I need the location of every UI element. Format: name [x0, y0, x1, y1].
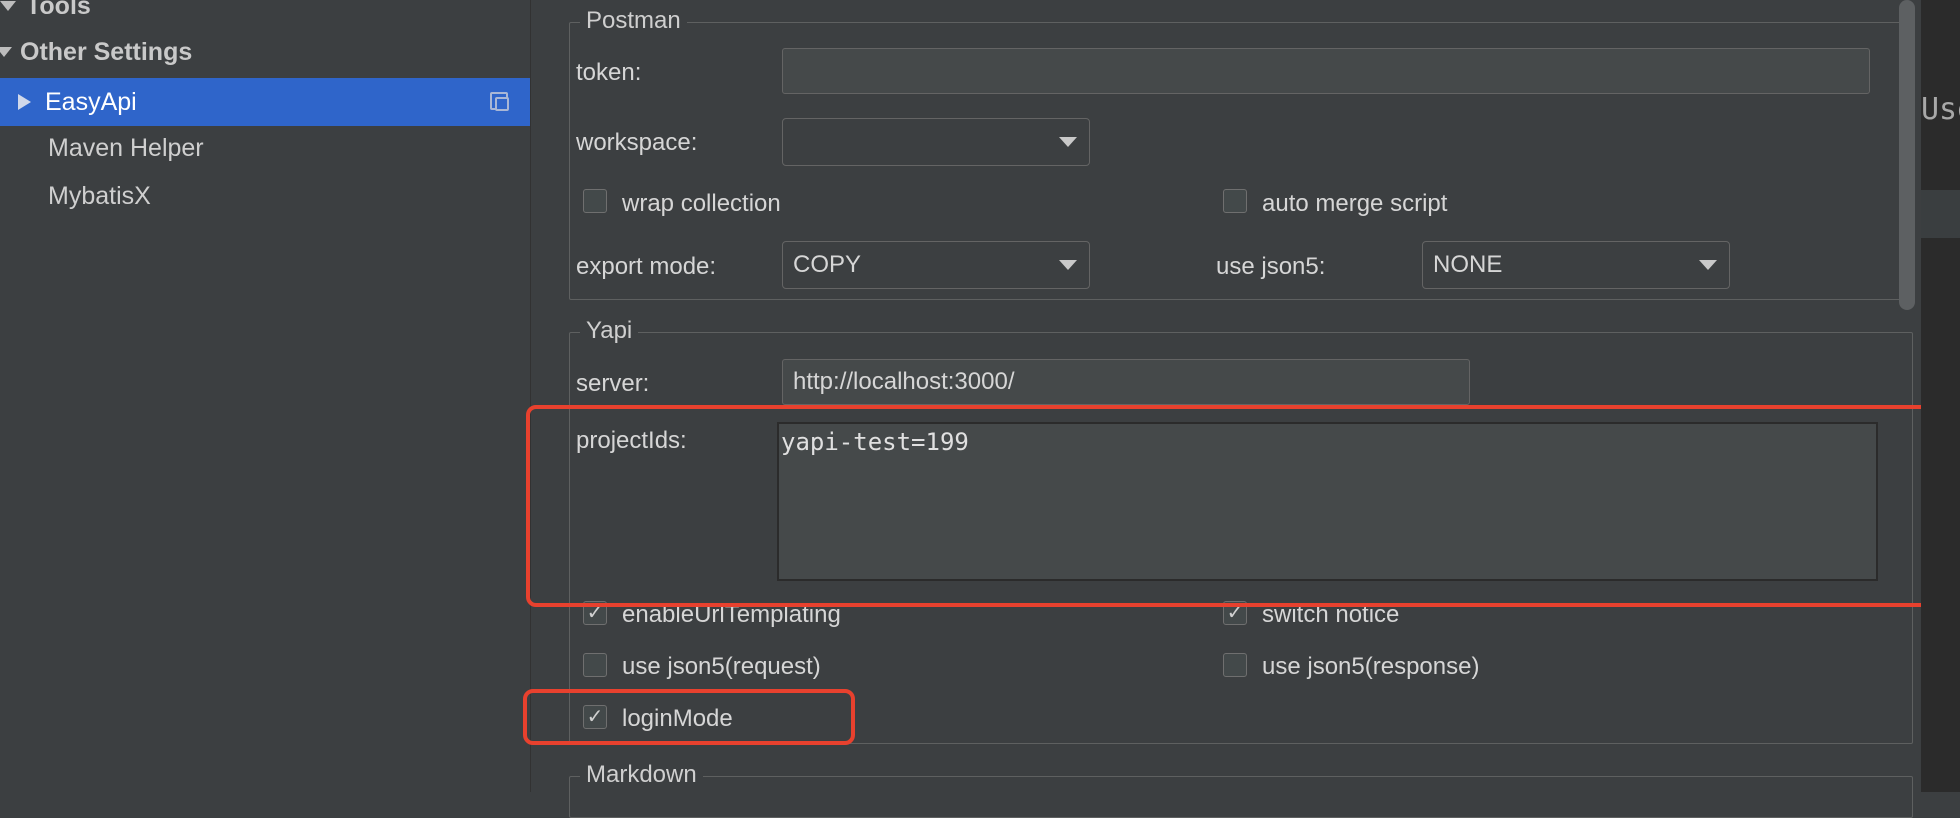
- editor-selection-bar: [1921, 190, 1960, 238]
- wrap-collection-checkbox[interactable]: [583, 189, 607, 213]
- use-json5-dropdown[interactable]: NONE: [1422, 241, 1730, 289]
- sidebar-item-label: MybatisX: [48, 181, 151, 210]
- expand-arrow-icon: [0, 1, 16, 11]
- sidebar-item-tools[interactable]: Tools: [0, 0, 530, 30]
- chevron-down-icon: [1699, 260, 1717, 270]
- json5-response-checkbox[interactable]: [1223, 653, 1247, 677]
- use-json5-label: use json5:: [1216, 253, 1326, 280]
- json5-request-checkbox[interactable]: [583, 653, 607, 677]
- settings-main-panel: Postman token: workspace: wrap collectio…: [523, 0, 1958, 818]
- json5-response-label: use json5(response): [1262, 653, 1480, 680]
- collapse-arrow-icon[interactable]: [18, 94, 31, 110]
- group-title: Yapi: [580, 317, 639, 345]
- dropdown-value: NONE: [1433, 251, 1503, 278]
- sidebar-item-mybatisx[interactable]: MybatisX: [0, 172, 530, 220]
- group-title: Markdown: [580, 761, 703, 789]
- auto-merge-script-label: auto merge script: [1262, 190, 1448, 217]
- export-mode-dropdown[interactable]: COPY: [782, 241, 1090, 289]
- server-input[interactable]: http://localhost:3000/: [782, 359, 1470, 405]
- dropdown-value: COPY: [793, 251, 862, 278]
- settings-sidebar: Tools Other Settings EasyApi Maven Helpe…: [0, 0, 530, 792]
- json5-request-label: use json5(request): [622, 653, 821, 680]
- auto-merge-script-checkbox[interactable]: [1223, 189, 1247, 213]
- chevron-down-icon: [1059, 260, 1077, 270]
- sidebar-item-other-settings[interactable]: Other Settings: [0, 28, 530, 76]
- token-input[interactable]: [782, 48, 1870, 94]
- copy-icon: [490, 92, 509, 111]
- sidebar-item-label: Other Settings: [20, 37, 193, 66]
- login-mode-highlight: [523, 689, 855, 745]
- editor-text: Use: [1921, 92, 1960, 127]
- chevron-down-icon: [1059, 137, 1077, 147]
- workspace-label: workspace:: [576, 129, 698, 156]
- sidebar-item-easyapi[interactable]: EasyApi: [0, 78, 530, 126]
- sidebar-item-label: Tools: [26, 0, 91, 20]
- export-mode-label: export mode:: [576, 253, 717, 280]
- sidebar-item-label: Maven Helper: [48, 133, 204, 162]
- group-title: Postman: [580, 7, 687, 35]
- sidebar-item-maven-helper[interactable]: Maven Helper: [0, 124, 530, 172]
- wrap-collection-label: wrap collection: [622, 190, 781, 217]
- markdown-group: Markdown: [569, 761, 1913, 818]
- expand-arrow-icon: [0, 47, 12, 57]
- workspace-dropdown[interactable]: [782, 118, 1090, 166]
- server-label: server:: [576, 370, 650, 397]
- project-ids-highlight: [526, 405, 1958, 607]
- sidebar-item-label: EasyApi: [45, 87, 137, 116]
- vertical-scrollbar[interactable]: [1899, 0, 1915, 310]
- right-editor-strip: Use: [1921, 0, 1960, 792]
- token-label: token:: [576, 59, 642, 86]
